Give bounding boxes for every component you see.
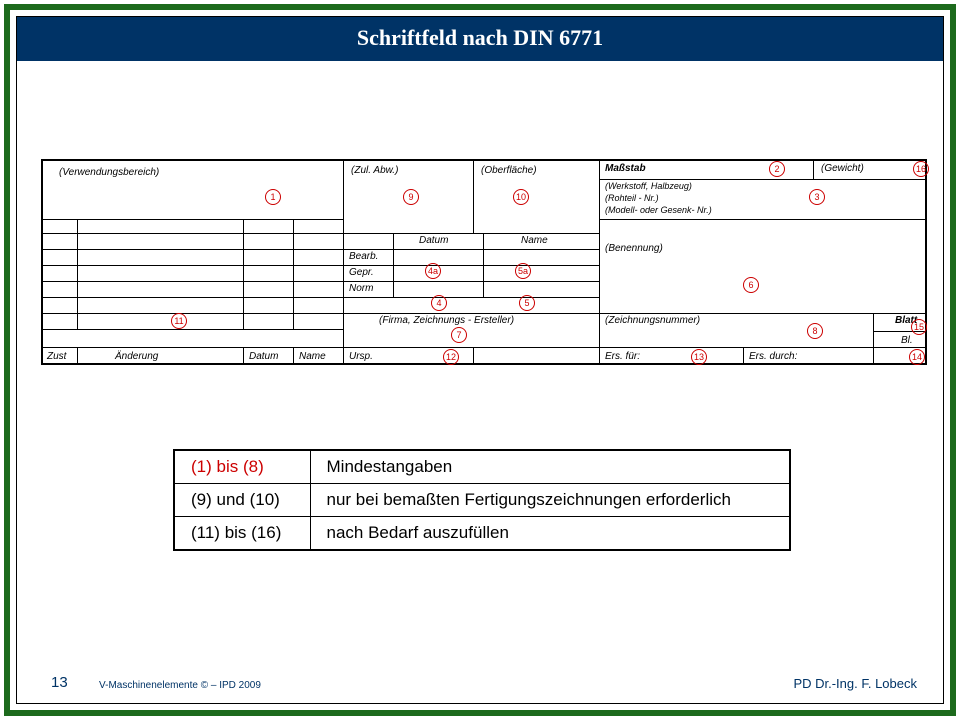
page-number: 13 (51, 674, 68, 691)
label-bearb: Bearb. (349, 251, 378, 262)
label-verwendungsbereich: (Verwendungsbereich) (59, 167, 159, 178)
marker-9: 9 (403, 189, 419, 205)
footer: 13 V-Maschinenelemente © – IPD 2009 PD D… (17, 667, 943, 703)
label-zeichnungsnummer: (Zeichnungsnummer) (605, 315, 700, 326)
label-benennung: (Benennung) (605, 243, 663, 254)
marker-15: 15 (911, 319, 927, 335)
copyright: V-Maschinenelemente © – IPD 2009 (99, 680, 261, 691)
label-zust: Zust (47, 351, 66, 362)
legend-key-0: (1) bis (8) (191, 457, 264, 476)
legend-key-1: (9) und (10) (174, 484, 310, 517)
marker-13: 13 (691, 349, 707, 365)
marker-5: 5 (519, 295, 535, 311)
legend-val-2: nach Bedarf auszufüllen (310, 517, 790, 551)
label-ursp: Ursp. (349, 351, 373, 362)
marker-12: 12 (443, 349, 459, 365)
marker-6: 6 (743, 277, 759, 293)
label-werkstoff2: (Rohteil - Nr.) (605, 193, 659, 203)
marker-16: 16 (913, 161, 929, 177)
label-werkstoff1: (Werkstoff, Halbzeug) (605, 181, 692, 191)
label-firma: (Firma, Zeichnungs - Ersteller) (379, 315, 514, 326)
table-row: (9) und (10) nur bei bemaßten Fertigungs… (174, 484, 790, 517)
table-row: (1) bis (8) Mindestangaben (174, 450, 790, 484)
label-zul-abw: (Zul. Abw.) (351, 165, 398, 176)
marker-14: 14 (909, 349, 925, 365)
legend-val-0: Mindestangaben (310, 450, 790, 484)
label-name: Name (521, 235, 548, 246)
marker-1: 1 (265, 189, 281, 205)
marker-7: 7 (451, 327, 467, 343)
slide-content: (Verwendungsbereich) (Zul. Abw.) (Oberfl… (17, 61, 943, 703)
label-datum: Datum (419, 235, 448, 246)
label-werkstoff3: (Modell- oder Gesenk- Nr.) (605, 205, 712, 215)
legend-val-1: nur bei bemaßten Fertigungszeichnungen e… (310, 484, 790, 517)
label-gepr: Gepr. (349, 267, 374, 278)
legend-table: (1) bis (8) Mindestangaben (9) und (10) … (173, 449, 791, 551)
outer-frame: Schriftfeld nach DIN 6771 (Verwendungsbe… (4, 4, 956, 716)
inner-frame: Schriftfeld nach DIN 6771 (Verwendungsbe… (16, 16, 944, 704)
marker-5a: 5a (515, 263, 531, 279)
label-gewicht: (Gewicht) (821, 163, 864, 174)
marker-3: 3 (809, 189, 825, 205)
marker-8: 8 (807, 323, 823, 339)
slide-title: Schriftfeld nach DIN 6771 (17, 17, 943, 61)
label-massstab: Maßstab (605, 163, 646, 174)
label-name2: Name (299, 351, 326, 362)
marker-10: 10 (513, 189, 529, 205)
author: PD Dr.-Ing. F. Lobeck (793, 676, 917, 691)
marker-11: 11 (171, 313, 187, 329)
marker-4: 4 (431, 295, 447, 311)
label-datum2: Datum (249, 351, 278, 362)
schriftfeld-figure: (Verwendungsbereich) (Zul. Abw.) (Oberfl… (41, 159, 927, 365)
marker-2: 2 (769, 161, 785, 177)
legend-key-2: (11) bis (16) (174, 517, 310, 551)
label-norm: Norm (349, 283, 373, 294)
table-row: (11) bis (16) nach Bedarf auszufüllen (174, 517, 790, 551)
marker-4a: 4a (425, 263, 441, 279)
label-aenderung: Änderung (115, 351, 158, 362)
label-ers-durch: Ers. durch: (749, 351, 797, 362)
label-ers-fuer: Ers. für: (605, 351, 640, 362)
label-bl: Bl. (901, 335, 913, 346)
label-oberflaeche: (Oberfläche) (481, 165, 537, 176)
